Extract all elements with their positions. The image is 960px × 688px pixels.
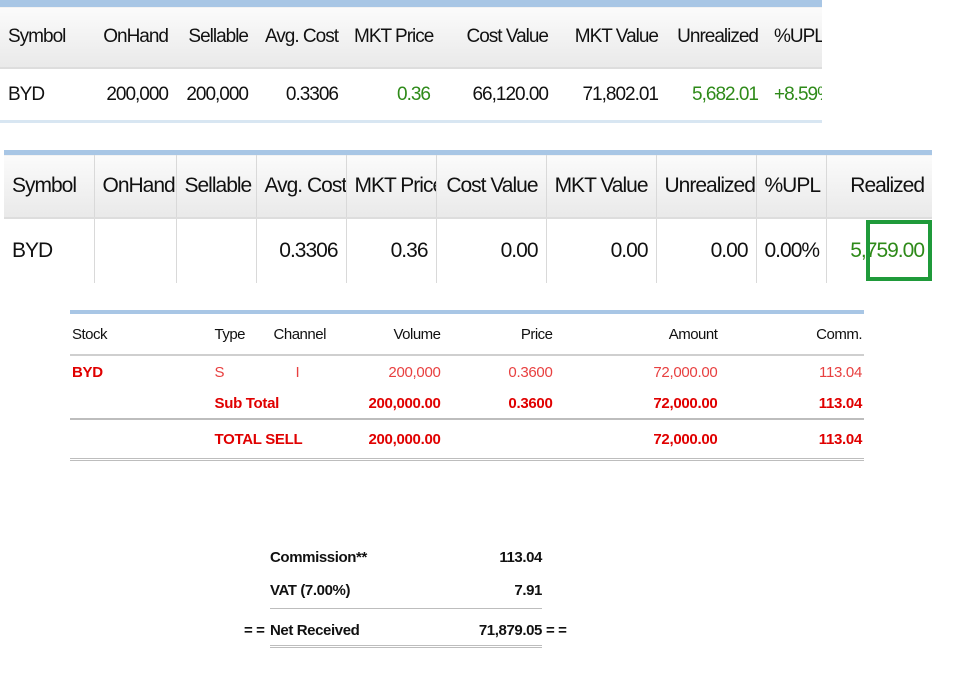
col-mkt-value[interactable]: MKT Value	[556, 3, 666, 69]
cell-mkt-value: 71,802.01	[556, 68, 666, 123]
col-sellable[interactable]: Sellable	[176, 152, 257, 219]
total-volume: 200,000.00	[342, 419, 443, 461]
vat-value: 7.91	[514, 582, 542, 599]
subtotal-comm: 113.04	[719, 388, 864, 420]
cell-sellable: 200,000	[176, 68, 256, 123]
col-onhand[interactable]: OnHand	[88, 3, 176, 69]
cell-cost-value: 66,120.00	[438, 68, 556, 123]
subtotal-volume: 200,000.00	[342, 388, 443, 420]
trade-header-row: Stock Type Channel Volume Price Amount C…	[70, 312, 864, 356]
cell-upl-percent: 0.00%	[756, 218, 827, 283]
subtotal-row: Sub Total 200,000.00 0.3600 72,000.00 11…	[70, 388, 864, 420]
net-double-rule	[270, 645, 542, 648]
col-channel: Channel	[271, 312, 343, 356]
col-realized[interactable]: Realized	[826, 152, 932, 219]
col-symbol[interactable]: Symbol	[4, 152, 95, 219]
subtotal-label: Sub Total	[212, 388, 343, 420]
net-received-value: 71,879.05	[478, 622, 543, 639]
trade-comm: 113.04	[819, 363, 862, 381]
col-upl-percent[interactable]: %UPL	[756, 152, 827, 219]
cell-unrealized: 5,682.01	[666, 68, 766, 123]
cell-onhand	[94, 218, 177, 283]
portfolio-header-row: Symbol OnHand Sellable Avg. Cost MKT Pri…	[4, 152, 932, 219]
col-comm: Comm.	[719, 312, 864, 356]
col-mkt-price[interactable]: MKT Price	[346, 152, 437, 219]
cell-mkt-value: 0.00	[546, 218, 657, 283]
cell-sellable	[176, 218, 257, 283]
subtotal-amount: 72,000.00	[554, 388, 720, 420]
col-avg-cost[interactable]: Avg. Cost	[256, 3, 346, 69]
col-stock: Stock	[70, 312, 213, 356]
portfolio-table-after: Symbol OnHand Sellable Avg. Cost MKT Pri…	[4, 150, 932, 283]
commission-value: 113.04	[499, 549, 542, 566]
col-cost-value[interactable]: Cost Value	[438, 3, 556, 69]
table-row[interactable]: BYD 200,000 200,000 0.3306 0.36 66,120.0…	[0, 68, 822, 123]
col-avg-cost[interactable]: Avg. Cost	[256, 152, 347, 219]
col-price: Price	[442, 312, 555, 356]
col-sellable[interactable]: Sellable	[176, 3, 256, 69]
total-comm: 113.04	[719, 419, 864, 461]
cell-mkt-price: 0.36	[346, 68, 438, 123]
cell-onhand: 200,000	[88, 68, 176, 123]
realized-highlight-box	[866, 220, 932, 281]
trade-summary-table: Stock Type Channel Volume Price Amount C…	[70, 310, 864, 461]
col-amount: Amount	[554, 312, 720, 356]
total-label: TOTAL SELL	[212, 419, 343, 461]
col-upl-percent[interactable]: %UPL	[766, 3, 822, 69]
cell-unrealized: 0.00	[656, 218, 757, 283]
net-suffix: = =	[546, 622, 567, 639]
table-row[interactable]: BYD 0.3306 0.36 0.00 0.00 0.00 0.00% 5,7…	[4, 218, 932, 283]
col-cost-value[interactable]: Cost Value	[436, 152, 547, 219]
net-prefix: = =	[244, 622, 265, 639]
trade-stock: BYD	[72, 363, 103, 381]
trade-type: S	[214, 363, 225, 381]
subtotal-price: 0.3600	[442, 388, 555, 420]
cell-symbol: BYD	[4, 218, 95, 283]
cell-symbol: BYD	[0, 68, 88, 123]
total-row: TOTAL SELL 200,000.00 72,000.00 113.04	[70, 419, 864, 461]
col-type: Type	[212, 312, 272, 356]
net-received-label: Net Received	[270, 622, 360, 639]
trade-price: 0.3600	[508, 363, 553, 381]
col-symbol[interactable]: Symbol	[0, 3, 88, 69]
cell-avg-cost: 0.3306	[256, 218, 347, 283]
col-volume: Volume	[342, 312, 443, 356]
cell-mkt-price: 0.36	[346, 218, 437, 283]
col-mkt-price[interactable]: MKT Price	[346, 3, 438, 69]
cell-cost-value: 0.00	[436, 218, 547, 283]
trade-volume: 200,000	[388, 363, 441, 381]
trade-amount: 72,000.00	[653, 363, 718, 381]
trade-channel: I	[295, 363, 300, 381]
table-row: BYD S I 200,000 0.3600 72,000.00 113.04	[70, 355, 864, 388]
portfolio-header-row: Symbol OnHand Sellable Avg. Cost MKT Pri…	[0, 3, 822, 69]
col-mkt-value[interactable]: MKT Value	[546, 152, 657, 219]
col-onhand[interactable]: OnHand	[94, 152, 177, 219]
portfolio-table-before: Symbol OnHand Sellable Avg. Cost MKT Pri…	[0, 0, 822, 123]
cell-avg-cost: 0.3306	[256, 68, 346, 123]
total-amount: 72,000.00	[554, 419, 720, 461]
col-unrealized[interactable]: Unrealized	[666, 3, 766, 69]
cell-upl-percent: +8.59%	[766, 68, 822, 123]
commission-label: Commission**	[270, 549, 367, 566]
fee-divider	[270, 608, 542, 609]
col-unrealized[interactable]: Unrealized	[656, 152, 757, 219]
vat-label: VAT (7.00%)	[270, 582, 351, 599]
